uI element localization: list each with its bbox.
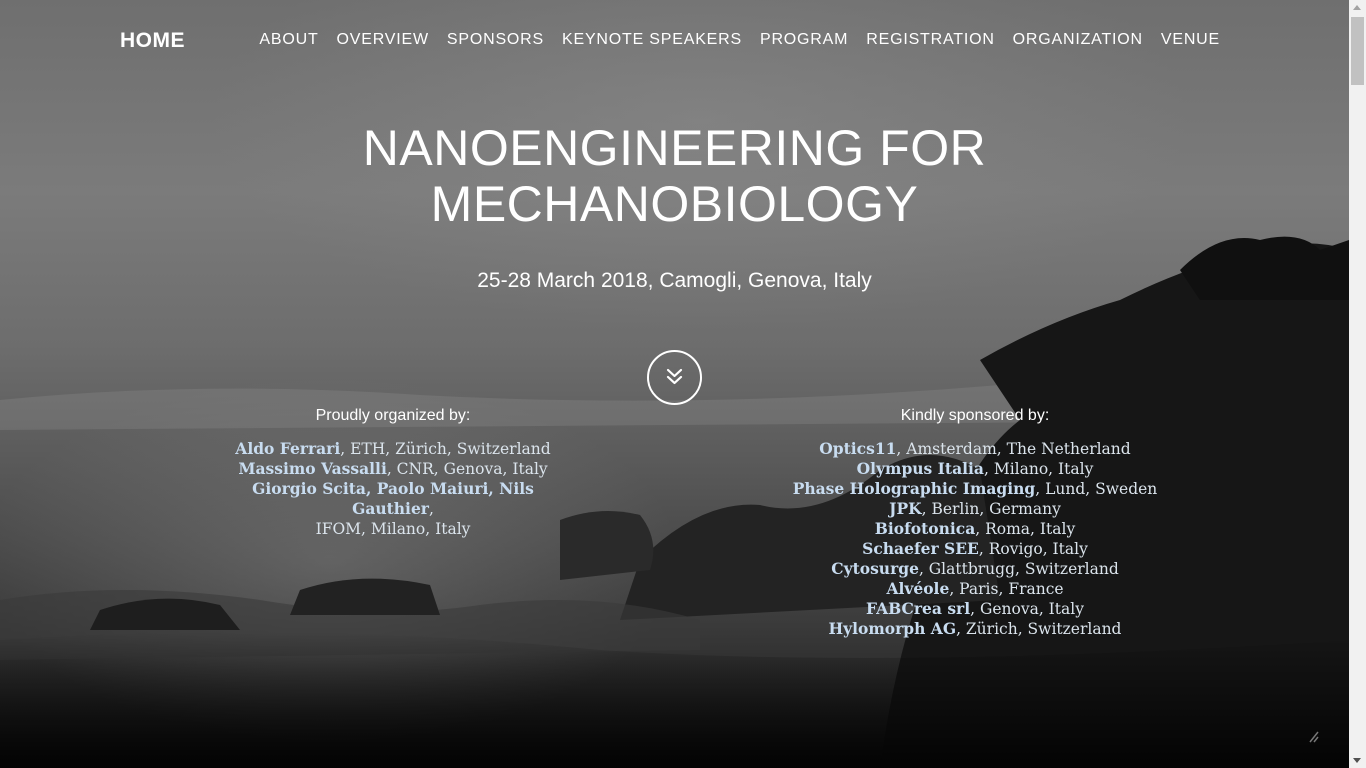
nav-item-registration[interactable]: REGISTRATION <box>866 31 994 49</box>
scrollbar-thumb[interactable] <box>1351 17 1364 85</box>
sponsors-heading: Kindly sponsored by: <box>900 407 1050 424</box>
double-chevron-down-icon <box>666 368 683 385</box>
scroll-down-arrow-icon[interactable] <box>1353 758 1361 763</box>
sponsor-name[interactable]: Olympus Italia <box>857 459 984 478</box>
nav-item-venue[interactable]: VENUE <box>1161 31 1220 49</box>
nav-item-keynote-speakers[interactable]: KEYNOTE SPEAKERS <box>562 31 742 49</box>
sponsors-section: Kindly sponsored by: Optics11, Amsterdam… <box>760 406 1190 639</box>
scroll-down-button[interactable] <box>647 350 702 405</box>
list-item: JPK, Berlin, Germany <box>889 499 1061 518</box>
list-item: Alvéole, Paris, France <box>886 579 1064 598</box>
event-date-location: 25-28 March 2018, Camogli, Genova, Italy <box>477 269 872 292</box>
sponsor-name[interactable]: Schaefer SEE <box>862 539 979 558</box>
sponsor-name[interactable]: Biofotonica <box>875 519 975 538</box>
sponsor-name[interactable]: Cytosurge <box>831 559 919 578</box>
resize-grip-icon <box>1309 731 1319 743</box>
list-item: Optics11, Amsterdam, The Netherland <box>819 439 1131 458</box>
list-item: Massimo Vassalli, CNR, Genova, Italy <box>238 459 548 478</box>
title-line-2: MECHANOBIOLOGY <box>430 176 919 232</box>
organizers-heading: Proudly organized by: <box>315 407 471 424</box>
sponsors-list: Optics11, Amsterdam, The Netherland Olym… <box>760 439 1190 639</box>
list-item: Olympus Italia, Milano, Italy <box>856 459 1094 478</box>
sponsor-name[interactable]: Alvéole <box>886 579 949 598</box>
sponsor-name[interactable]: Optics11 <box>819 439 896 458</box>
sponsor-name[interactable]: JPK <box>889 499 921 518</box>
nav-item-about[interactable]: ABOUT <box>259 31 318 49</box>
sponsor-name[interactable]: FABCrea srl <box>866 599 970 618</box>
sponsor-name[interactable]: Hylomorph AG <box>829 619 957 638</box>
top-navigation: HOME ABOUT OVERVIEW SPONSORS KEYNOTE SPE… <box>0 0 1349 80</box>
list-item: Schaefer SEE, Rovigo, Italy <box>862 539 1088 558</box>
list-item: IFOM, Milano, Italy <box>315 520 471 538</box>
vertical-scrollbar[interactable] <box>1349 0 1366 768</box>
home-link[interactable]: HOME <box>120 29 185 53</box>
nav-menu: ABOUT OVERVIEW SPONSORS KEYNOTE SPEAKERS… <box>259 31 1220 49</box>
organizers-section: Proudly organized by: Aldo Ferrari, ETH,… <box>218 406 568 539</box>
nav-item-program[interactable]: PROGRAM <box>760 31 848 49</box>
nav-item-sponsors[interactable]: SPONSORS <box>447 31 544 49</box>
organizers-list: Aldo Ferrari, ETH, Zürich, Switzerland M… <box>218 439 568 539</box>
nav-item-overview[interactable]: OVERVIEW <box>337 31 429 49</box>
list-item: Aldo Ferrari, ETH, Zürich, Switzerland <box>235 439 551 458</box>
list-item: FABCrea srl, Genova, Italy <box>866 599 1084 618</box>
organizer-name[interactable]: Aldo Ferrari <box>235 439 340 458</box>
organizer-name[interactable]: Giorgio Scita, Paolo Maiuri, Nils Gauthi… <box>252 479 534 518</box>
nav-item-organization[interactable]: ORGANIZATION <box>1013 31 1143 49</box>
list-item: Giorgio Scita, Paolo Maiuri, Nils Gauthi… <box>252 479 534 518</box>
list-item: Hylomorph AG, Zürich, Switzerland <box>828 619 1122 638</box>
hero-section: HOME ABOUT OVERVIEW SPONSORS KEYNOTE SPE… <box>0 0 1349 768</box>
list-item: Cytosurge, Glattbrugg, Switzerland <box>831 559 1119 578</box>
title-line-1: NANOENGINEERING FOR <box>362 120 987 176</box>
organizer-name[interactable]: Massimo Vassalli <box>238 459 386 478</box>
list-item: Phase Holographic Imaging, Lund, Sweden <box>792 479 1158 498</box>
scroll-up-arrow-icon[interactable] <box>1353 5 1361 10</box>
list-item: Biofotonica, Roma, Italy <box>874 519 1076 538</box>
page-title: NANOENGINEERING FOR MECHANOBIOLOGY <box>0 120 1349 232</box>
sponsor-name[interactable]: Phase Holographic Imaging <box>793 479 1036 498</box>
